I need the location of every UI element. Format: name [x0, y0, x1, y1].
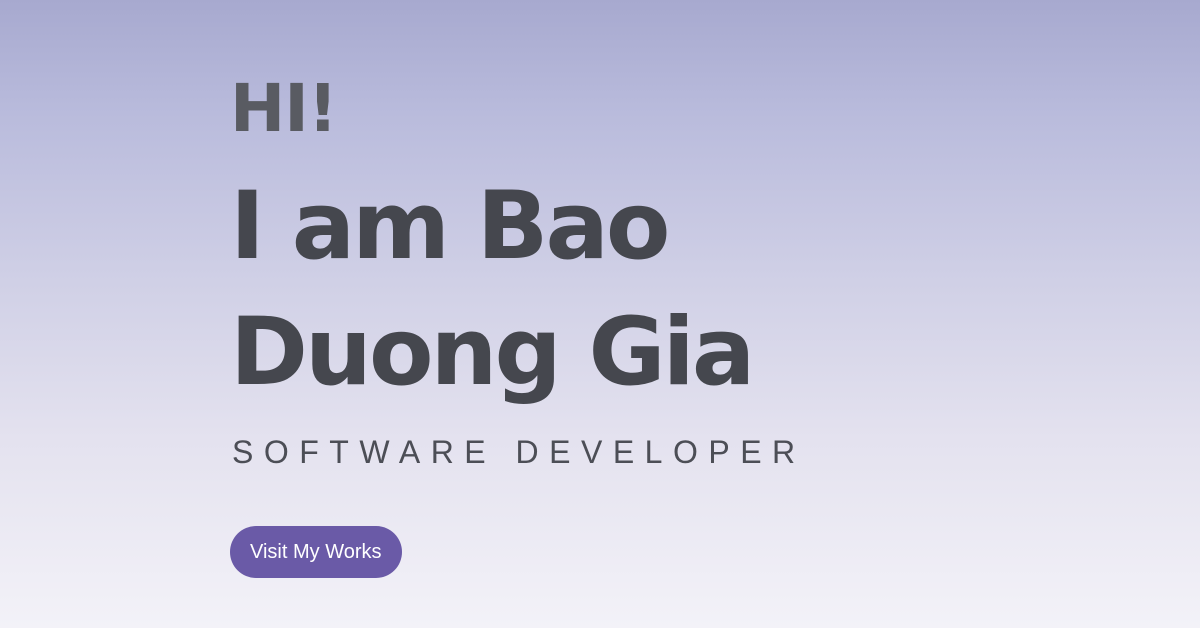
- hero-section: HI! I am Bao Duong Gia SOFTWARE DEVELOPE…: [230, 70, 950, 578]
- name-heading: I am Bao Duong Gia: [230, 172, 755, 407]
- visit-my-works-button[interactable]: Visit My Works: [230, 526, 402, 578]
- greeting-heading: HI!: [230, 70, 338, 147]
- role-subtitle: SOFTWARE DEVELOPER: [232, 434, 806, 470]
